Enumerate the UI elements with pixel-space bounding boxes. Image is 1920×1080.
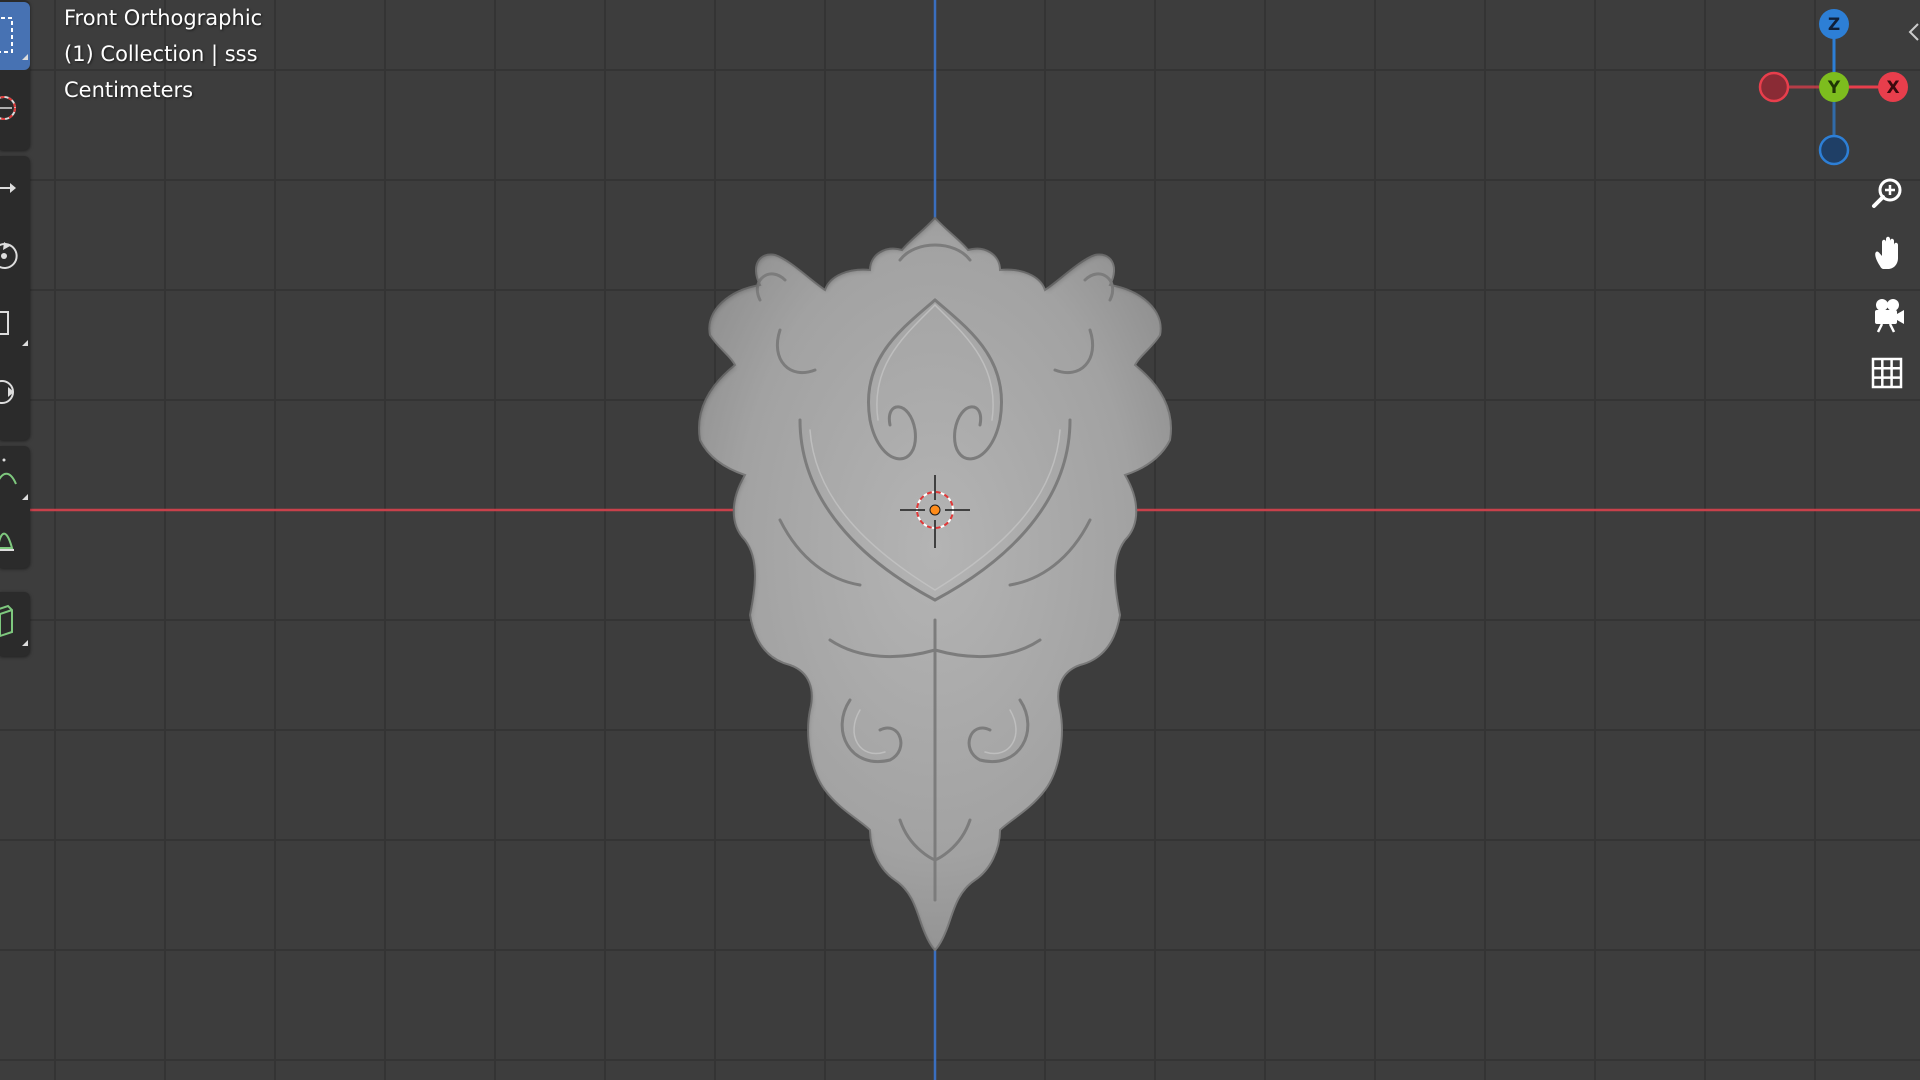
gizmo-neg-z[interactable]: [1818, 134, 1850, 166]
select-box-tool[interactable]: [0, 2, 30, 70]
transform-icon: [0, 380, 14, 404]
tool-group-annotate: [0, 446, 30, 568]
tool-shelf: [0, 0, 32, 660]
select-box-icon: [0, 17, 28, 60]
add-cube-tool[interactable]: [0, 594, 30, 654]
measure-icon: [0, 532, 14, 551]
gizmo-z[interactable]: Z: [1819, 9, 1849, 39]
camera-icon: [1875, 299, 1904, 333]
view-name-label: Front Orthographic: [64, 6, 263, 30]
tool-group-add: [0, 592, 30, 656]
gizmo-neg-x[interactable]: [1758, 71, 1790, 103]
zoom-icon: [1872, 178, 1902, 208]
tool-group-select: [0, 0, 30, 150]
grid-icon: [1871, 357, 1903, 389]
gizmo-z-label: Z: [1828, 15, 1840, 35]
gizmo-x-label: X: [1886, 78, 1899, 98]
measure-tool[interactable]: [0, 508, 30, 568]
scale-icon: [0, 311, 28, 346]
rotate-icon: [0, 242, 18, 269]
gizmo-y-label: Y: [1827, 78, 1841, 98]
object-origin: [929, 504, 941, 516]
move-icon: [0, 183, 16, 193]
move-tool[interactable]: [0, 158, 30, 218]
tool-group-transform: [0, 156, 30, 440]
collection-info-label: (1) Collection | sss: [64, 42, 258, 66]
add-cube-icon: [0, 604, 28, 646]
gizmo-x[interactable]: X: [1878, 72, 1908, 102]
rotate-tool[interactable]: [0, 226, 30, 286]
cursor-icon: [0, 96, 16, 120]
scale-tool[interactable]: [0, 294, 30, 354]
cursor-tool[interactable]: [0, 78, 30, 138]
annotate-icon: [0, 458, 28, 500]
sidebar-toggle[interactable]: [1906, 20, 1920, 44]
units-label: Centimeters: [64, 78, 194, 102]
navigation-gizmo[interactable]: Z X Y: [1752, 6, 1908, 168]
hand-icon: [1875, 236, 1898, 269]
3d-viewport[interactable]: Front Orthographic (1) Collection | sss …: [0, 0, 1920, 1080]
gizmo-y[interactable]: Y: [1819, 72, 1849, 102]
transform-tool[interactable]: [0, 362, 30, 422]
pan-button[interactable]: [1866, 232, 1908, 274]
annotate-tool[interactable]: [0, 448, 30, 508]
zoom-button[interactable]: [1866, 172, 1908, 214]
camera-view-button[interactable]: [1866, 292, 1908, 334]
ortho-toggle-button[interactable]: [1866, 352, 1908, 394]
3d-cursor[interactable]: [0, 0, 1920, 1080]
